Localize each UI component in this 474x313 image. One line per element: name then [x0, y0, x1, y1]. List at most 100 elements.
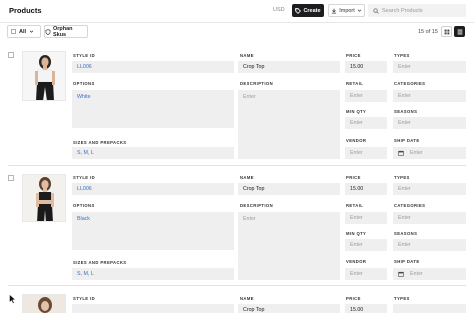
price-field[interactable]: 15.00 — [345, 61, 387, 73]
min-qty-field[interactable]: Enter — [345, 117, 387, 129]
toolbar: All Orphan Skus 15 of 15 — [0, 23, 474, 41]
ship-date-value: Enter — [410, 271, 423, 277]
select-all-checkbox[interactable] — [11, 29, 16, 34]
seasons-field[interactable]: Enter — [393, 239, 466, 251]
currency-selector[interactable]: USD — [273, 7, 285, 13]
seasons-label: SEASONS — [394, 109, 418, 114]
sizes-label: SIZES AND PREPACKS — [73, 140, 127, 145]
import-label: Import — [339, 7, 355, 14]
min-qty-label: MIN QTY — [346, 109, 367, 114]
model-photo — [23, 52, 65, 100]
shield-icon — [45, 28, 51, 35]
price-label: PRICE — [346, 53, 361, 58]
mouse-cursor-icon — [9, 294, 16, 304]
vendor-label: VENDOR — [346, 259, 367, 264]
pagination-count: 15 of 15 — [418, 29, 438, 35]
import-icon — [332, 8, 337, 13]
calendar-icon — [398, 271, 404, 277]
min-qty-label: MIN QTY — [346, 231, 367, 236]
options-label: OPTIONS — [73, 203, 95, 208]
ship-date-value: Enter — [410, 150, 423, 156]
types-field[interactable] — [393, 304, 466, 313]
row-checkbox[interactable] — [8, 175, 14, 181]
create-button[interactable]: Create — [292, 4, 324, 17]
card-separator — [8, 165, 466, 166]
search-icon — [373, 7, 379, 14]
types-field[interactable]: Enter — [393, 183, 466, 195]
ship-date-label: SHIP DATE — [394, 259, 420, 264]
style-id-label: STYLE ID — [73, 53, 96, 58]
name-label: NAME — [240, 296, 254, 301]
types-field[interactable]: Enter — [393, 61, 466, 73]
import-button[interactable]: Import — [328, 4, 365, 17]
sizes-field[interactable]: S, M, L — [72, 268, 234, 280]
description-label: DESCRIPTION — [240, 203, 274, 208]
product-image[interactable] — [22, 294, 66, 313]
style-id-field[interactable]: LL006 — [72, 183, 234, 195]
list-view-button[interactable] — [454, 26, 465, 37]
retail-label: RETAIL — [346, 203, 364, 208]
bulk-select-label: All — [19, 28, 27, 35]
categories-field[interactable]: Enter — [393, 90, 466, 102]
retail-field[interactable]: Enter — [345, 90, 387, 102]
model-photo — [23, 295, 65, 313]
card-separator — [8, 285, 466, 286]
name-field[interactable]: Crop Top — [238, 183, 340, 195]
retail-field[interactable]: Enter — [345, 212, 387, 224]
chevron-down-icon — [357, 9, 362, 12]
search-input[interactable] — [382, 7, 462, 14]
product-card: STYLE ID NAME Crop Top PRICE 15.00 TYPES — [0, 292, 474, 313]
description-field[interactable]: Enter — [238, 212, 340, 280]
style-id-field[interactable]: LL006 — [72, 61, 234, 73]
calendar-icon — [398, 150, 404, 156]
description-label: DESCRIPTION — [240, 81, 274, 86]
price-label: PRICE — [346, 296, 361, 301]
description-field[interactable]: Enter — [238, 90, 340, 159]
row-checkbox[interactable] — [8, 52, 14, 58]
types-label: TYPES — [394, 175, 410, 180]
options-field[interactable]: Black — [72, 212, 234, 250]
name-field[interactable]: Crop Top — [238, 304, 340, 313]
price-field[interactable]: 15.00 — [345, 304, 387, 313]
price-field[interactable]: 15.00 — [345, 183, 387, 195]
vendor-field[interactable]: Enter — [345, 147, 387, 159]
ship-date-label: SHIP DATE — [394, 138, 420, 143]
seasons-label: SEASONS — [394, 231, 418, 236]
sizes-field[interactable]: S, M, L — [72, 147, 234, 159]
categories-field[interactable]: Enter — [393, 212, 466, 224]
style-id-field[interactable] — [72, 304, 234, 313]
options-field[interactable]: White — [72, 90, 234, 128]
search-box[interactable] — [368, 4, 466, 17]
model-photo — [23, 175, 65, 221]
seasons-field[interactable]: Enter — [393, 117, 466, 129]
create-label: Create — [303, 7, 321, 14]
min-qty-field[interactable]: Enter — [345, 239, 387, 251]
categories-label: CATEGORIES — [394, 203, 426, 208]
chevron-down-icon — [29, 30, 34, 33]
ship-date-field[interactable]: Enter — [393, 147, 466, 159]
types-label: TYPES — [394, 53, 410, 58]
price-label: PRICE — [346, 175, 361, 180]
name-label: NAME — [240, 175, 254, 180]
categories-label: CATEGORIES — [394, 81, 426, 86]
list-icon — [457, 29, 462, 34]
name-field[interactable]: Crop Top — [238, 61, 340, 73]
types-label: TYPES — [394, 296, 410, 301]
retail-label: RETAIL — [346, 81, 364, 86]
product-image[interactable] — [22, 174, 66, 222]
orphan-skus-label: Orphan Skus — [52, 25, 73, 38]
grid-icon — [444, 29, 449, 34]
product-image[interactable] — [22, 51, 66, 101]
header-bar: Products USD Create Import — [0, 0, 474, 22]
vendor-label: VENDOR — [346, 138, 367, 143]
ship-date-field[interactable]: Enter — [393, 268, 466, 280]
style-id-label: STYLE ID — [73, 296, 96, 301]
tag-icon — [295, 7, 302, 14]
product-card: STYLE ID LL006 OPTIONS White SIZES AND P… — [0, 47, 474, 165]
name-label: NAME — [240, 53, 254, 58]
style-id-label: STYLE ID — [73, 175, 96, 180]
vendor-field[interactable]: Enter — [345, 268, 387, 280]
bulk-select-dropdown[interactable]: All — [7, 25, 41, 38]
grid-view-button[interactable] — [441, 26, 452, 37]
orphan-skus-button[interactable]: Orphan Skus — [44, 25, 88, 38]
